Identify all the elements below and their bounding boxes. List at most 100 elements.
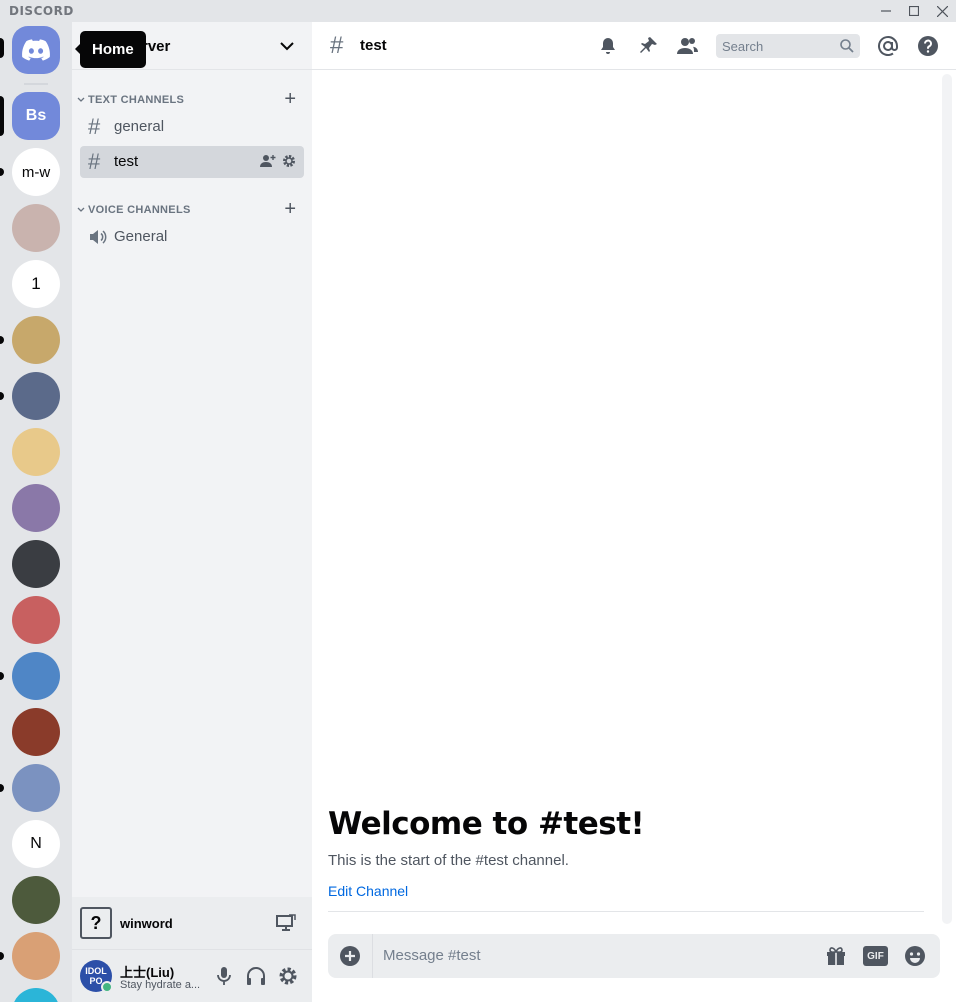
create-channel-button[interactable]: + xyxy=(284,199,296,219)
server-name: rver xyxy=(142,38,171,55)
server-icon-1[interactable]: 1 xyxy=(12,260,60,308)
server-icon[interactable] xyxy=(12,484,60,532)
maximize-icon xyxy=(909,6,919,16)
message-composer: Message #test GIF xyxy=(328,934,940,978)
close-icon xyxy=(936,5,948,17)
unread-dot xyxy=(0,392,4,400)
discord-app: DISCORD Bs m-w 1 N rver TEXT CHANNELS + … xyxy=(0,0,956,1002)
search-icon xyxy=(840,39,854,53)
minimize-button[interactable] xyxy=(872,0,900,22)
server-icon-label: Bs xyxy=(25,107,47,124)
pin-icon xyxy=(640,37,657,53)
home-selected-pill xyxy=(0,38,4,58)
server-icon[interactable] xyxy=(12,428,60,476)
settings-gear-icon[interactable] xyxy=(278,966,298,986)
server-icon-label: 1 xyxy=(31,274,41,293)
unread-dot xyxy=(0,336,4,344)
server-icon[interactable] xyxy=(12,652,60,700)
create-channel-button[interactable]: + xyxy=(284,89,296,109)
user-panel: IDOL PO 上士(Liu) Stay hydrate a... xyxy=(72,949,312,1002)
server-icon[interactable] xyxy=(12,764,60,812)
headphones-icon[interactable] xyxy=(246,966,266,986)
question-mark-icon: ? xyxy=(80,907,112,939)
unread-dot xyxy=(0,168,4,176)
server-selected-pill xyxy=(0,96,4,136)
channel-name: General xyxy=(114,228,168,245)
server-icon[interactable] xyxy=(12,316,60,364)
gif-button[interactable]: GIF xyxy=(863,946,888,966)
server-icon-label: m-w xyxy=(21,163,51,181)
home-tooltip: Home xyxy=(75,31,146,68)
close-button[interactable] xyxy=(928,0,956,22)
bell-icon xyxy=(601,38,615,54)
pinned-messages-button[interactable] xyxy=(636,34,660,58)
server-icon[interactable] xyxy=(12,988,60,1002)
channel-name: general xyxy=(114,118,165,135)
composer-separator xyxy=(372,934,373,978)
server-icon-bs[interactable]: Bs xyxy=(12,92,60,140)
online-status-dot xyxy=(101,981,113,993)
gift-icon[interactable] xyxy=(825,945,847,967)
microphone-icon[interactable] xyxy=(216,966,232,986)
server-icon[interactable] xyxy=(12,372,60,420)
server-icon[interactable] xyxy=(12,540,60,588)
hash-icon: # xyxy=(88,114,101,139)
category-text-channels[interactable]: TEXT CHANNELS + xyxy=(72,89,312,110)
category-label: TEXT CHANNELS xyxy=(88,94,185,106)
channel-item-test[interactable]: # test xyxy=(80,146,304,178)
help-icon xyxy=(918,36,938,56)
server-icon[interactable] xyxy=(12,596,60,644)
member-list-button[interactable] xyxy=(675,34,699,58)
maximize-button[interactable] xyxy=(900,0,928,22)
channel-start-text: This is the start of the #test channel. xyxy=(328,852,569,869)
category-label: VOICE CHANNELS xyxy=(88,204,191,216)
minimize-icon xyxy=(881,10,891,12)
chevron-down-icon xyxy=(280,42,294,51)
notification-bell-button[interactable] xyxy=(596,34,620,58)
server-rail: Bs m-w 1 N xyxy=(0,22,72,1002)
server-icon[interactable] xyxy=(12,204,60,252)
screen-share-icon[interactable] xyxy=(276,914,296,932)
tooltip-text: Home xyxy=(92,41,134,58)
server-icon-n[interactable]: N xyxy=(12,820,60,868)
home-button[interactable] xyxy=(12,26,60,74)
gif-label: GIF xyxy=(867,950,884,962)
edit-channel-link[interactable]: Edit Channel xyxy=(328,883,408,899)
activity-panel: ? winword xyxy=(72,897,312,949)
channel-item-general[interactable]: # general xyxy=(80,111,304,143)
search-input[interactable]: Search xyxy=(716,34,860,58)
at-sign-icon xyxy=(878,36,898,56)
speaker-icon xyxy=(90,230,107,244)
hash-icon: # xyxy=(330,32,344,59)
invite-icon[interactable] xyxy=(260,154,276,168)
category-voice-channels[interactable]: VOICE CHANNELS + xyxy=(72,199,312,220)
server-icon-mw[interactable]: m-w xyxy=(12,148,60,196)
scrollbar[interactable] xyxy=(942,74,952,924)
mentions-button[interactable] xyxy=(876,34,900,58)
title-bar: DISCORD xyxy=(0,0,956,22)
channel-sidebar: rver TEXT CHANNELS + # general # test VO… xyxy=(72,22,312,1002)
gear-icon[interactable] xyxy=(282,154,296,168)
divider xyxy=(328,911,924,912)
channel-item-voice-general[interactable]: General xyxy=(80,221,304,253)
welcome-heading: Welcome to #test! xyxy=(328,806,645,842)
members-icon xyxy=(677,38,698,54)
channel-name: test xyxy=(114,153,139,170)
chevron-down-icon xyxy=(77,207,85,212)
hash-icon: # xyxy=(88,149,101,174)
unread-dot xyxy=(0,784,4,792)
message-input[interactable]: Message #test xyxy=(383,947,481,964)
search-placeholder: Search xyxy=(722,39,764,54)
custom-status: Stay hydrate a... xyxy=(120,979,201,991)
add-attachment-icon[interactable] xyxy=(338,944,362,968)
app-brand: DISCORD xyxy=(9,4,74,18)
activity-name: winword xyxy=(120,916,173,931)
server-icon[interactable] xyxy=(12,932,60,980)
help-button[interactable] xyxy=(916,34,940,58)
server-icon[interactable] xyxy=(12,876,60,924)
chat-area: # test Search Welcome to #test! This is … xyxy=(312,22,956,1002)
emoji-icon[interactable] xyxy=(904,945,926,967)
chevron-down-icon xyxy=(77,97,85,102)
unread-dot xyxy=(0,672,4,680)
server-icon[interactable] xyxy=(12,708,60,756)
